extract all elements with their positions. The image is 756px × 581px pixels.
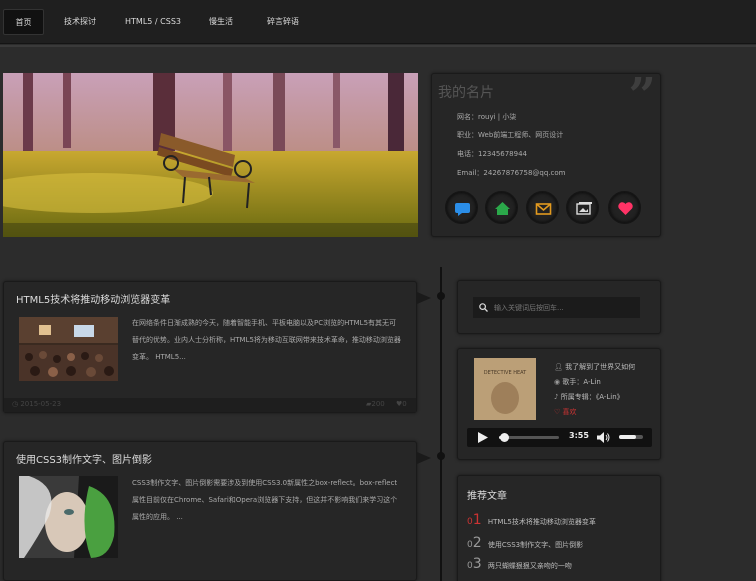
gallery-icon[interactable] xyxy=(566,191,599,224)
timeline-dot xyxy=(437,452,445,460)
header-divider xyxy=(0,45,756,47)
recommended-card: 推荐文章 01 HTML5技术将推动移动浏览器变革 02 使用CSS3制作文字、… xyxy=(457,475,661,581)
song-title: 👤︎ 我了解到了世界又如何 xyxy=(554,363,636,371)
clock-icon: ◷ xyxy=(12,400,19,408)
play-icon[interactable] xyxy=(477,432,488,443)
search-card xyxy=(457,280,661,334)
quote-mark-icon: ” xyxy=(628,68,656,124)
disc-icon: ◉ xyxy=(554,378,561,386)
progress-bar[interactable] xyxy=(499,433,559,442)
chat-icon[interactable] xyxy=(445,191,478,224)
volume-slider[interactable] xyxy=(619,435,643,439)
album-cover-text: DETECTIVE HEAT xyxy=(484,370,527,376)
progress-handle[interactable] xyxy=(500,433,509,442)
nav-item-notes[interactable]: 碎言碎语 xyxy=(255,9,311,35)
profile-title: 我的名片 xyxy=(438,85,494,101)
banner-image xyxy=(3,73,418,237)
post-card[interactable]: 使用CSS3制作文字、图片倒影 CSS3制作文字、图片倒影需要涉及到使用CSS3… xyxy=(3,441,417,581)
like-song-button[interactable]: ♡ 喜欢 xyxy=(554,407,577,417)
post-title[interactable]: HTML5技术将推动移动浏览器变革 xyxy=(16,291,170,306)
timeline-dot xyxy=(437,292,445,300)
park-bench-scene xyxy=(3,73,418,237)
top-nav: 首页 技术探讨 HTML5 / CSS3 慢生活 碎言碎语 xyxy=(0,0,756,44)
profile-email: Email：24267876758@qq.com xyxy=(457,169,566,177)
search-input[interactable] xyxy=(473,297,640,318)
recommended-item[interactable]: 01 HTML5技术将推动移动浏览器变革 xyxy=(467,512,596,528)
song-album: ♪ 所属专辑：《A-Lin》 xyxy=(554,393,624,401)
post-footer: ◷ 2015-05-23 ▰200 ♥0 xyxy=(4,398,416,412)
recommended-title: 推荐文章 xyxy=(467,491,507,502)
comment-count[interactable]: ▰200 xyxy=(366,400,385,408)
like-count[interactable]: ♥0 xyxy=(396,400,407,408)
profile-nickname: 网名：rouyi | 小柒 xyxy=(457,113,517,121)
audio-controls: 3:55 xyxy=(467,428,652,447)
post-thumbnail[interactable] xyxy=(19,476,118,558)
home-icon[interactable] xyxy=(485,191,518,224)
recommended-item[interactable]: 02 使用CSS3制作文字、图片倒影 xyxy=(467,535,583,551)
post-arrow xyxy=(417,452,431,464)
post-date: ◷ 2015-05-23 xyxy=(12,400,62,408)
post-title[interactable]: 使用CSS3制作文字、图片倒影 xyxy=(16,451,152,466)
timeline-line xyxy=(440,267,442,581)
volume-icon[interactable] xyxy=(597,432,611,443)
volume-fill xyxy=(619,435,636,439)
recommended-item[interactable]: 03 两只蝴蝶狠狠又亲吻的一吻 xyxy=(467,556,572,572)
heart-outline-icon: ♡ xyxy=(554,408,561,416)
profile-phone: 电话：12345678944 xyxy=(457,150,527,158)
album-cover: DETECTIVE HEAT xyxy=(474,358,536,420)
post-excerpt: 在网络条件日渐成熟的今天，随着智能手机、平板电脑以及PC浏览的HTML5有其无可… xyxy=(132,319,401,361)
post-thumbnail[interactable] xyxy=(19,317,118,381)
song-singer: ◉ 歌手：A-Lin xyxy=(554,378,601,386)
profile-card: 我的名片 ” 网名：rouyi | 小柒 职业：Web前端工程师、网页设计 电话… xyxy=(431,68,661,237)
post-card[interactable]: HTML5技术将推动移动浏览器变革 在网络条件日渐成熟的今天，随着智能手机、平板… xyxy=(3,281,417,413)
music-player-card: DETECTIVE HEAT 👤︎ 我了解到了世界又如何 ◉ 歌手：A-Lin … xyxy=(457,348,661,460)
mail-icon[interactable] xyxy=(526,191,559,224)
user-icon: 👤︎ xyxy=(554,363,563,371)
nav-item-html5[interactable]: HTML5 / CSS3 xyxy=(120,9,186,35)
note-icon: ♪ xyxy=(554,393,559,401)
post-arrow xyxy=(417,292,431,304)
nav-item-home[interactable]: 首页 xyxy=(3,9,44,35)
nav-item-tech[interactable]: 技术探讨 xyxy=(54,9,106,35)
time-display: 3:55 xyxy=(569,431,589,440)
search-icon xyxy=(479,303,488,312)
heart-icon[interactable] xyxy=(608,191,641,224)
profile-occupation: 职业：Web前端工程师、网页设计 xyxy=(457,131,564,139)
nav-item-slow-life[interactable]: 慢生活 xyxy=(198,9,244,35)
post-excerpt: CSS3制作文字、图片倒影需要涉及到使用CSS3.0新属性之box-reflec… xyxy=(132,479,398,521)
